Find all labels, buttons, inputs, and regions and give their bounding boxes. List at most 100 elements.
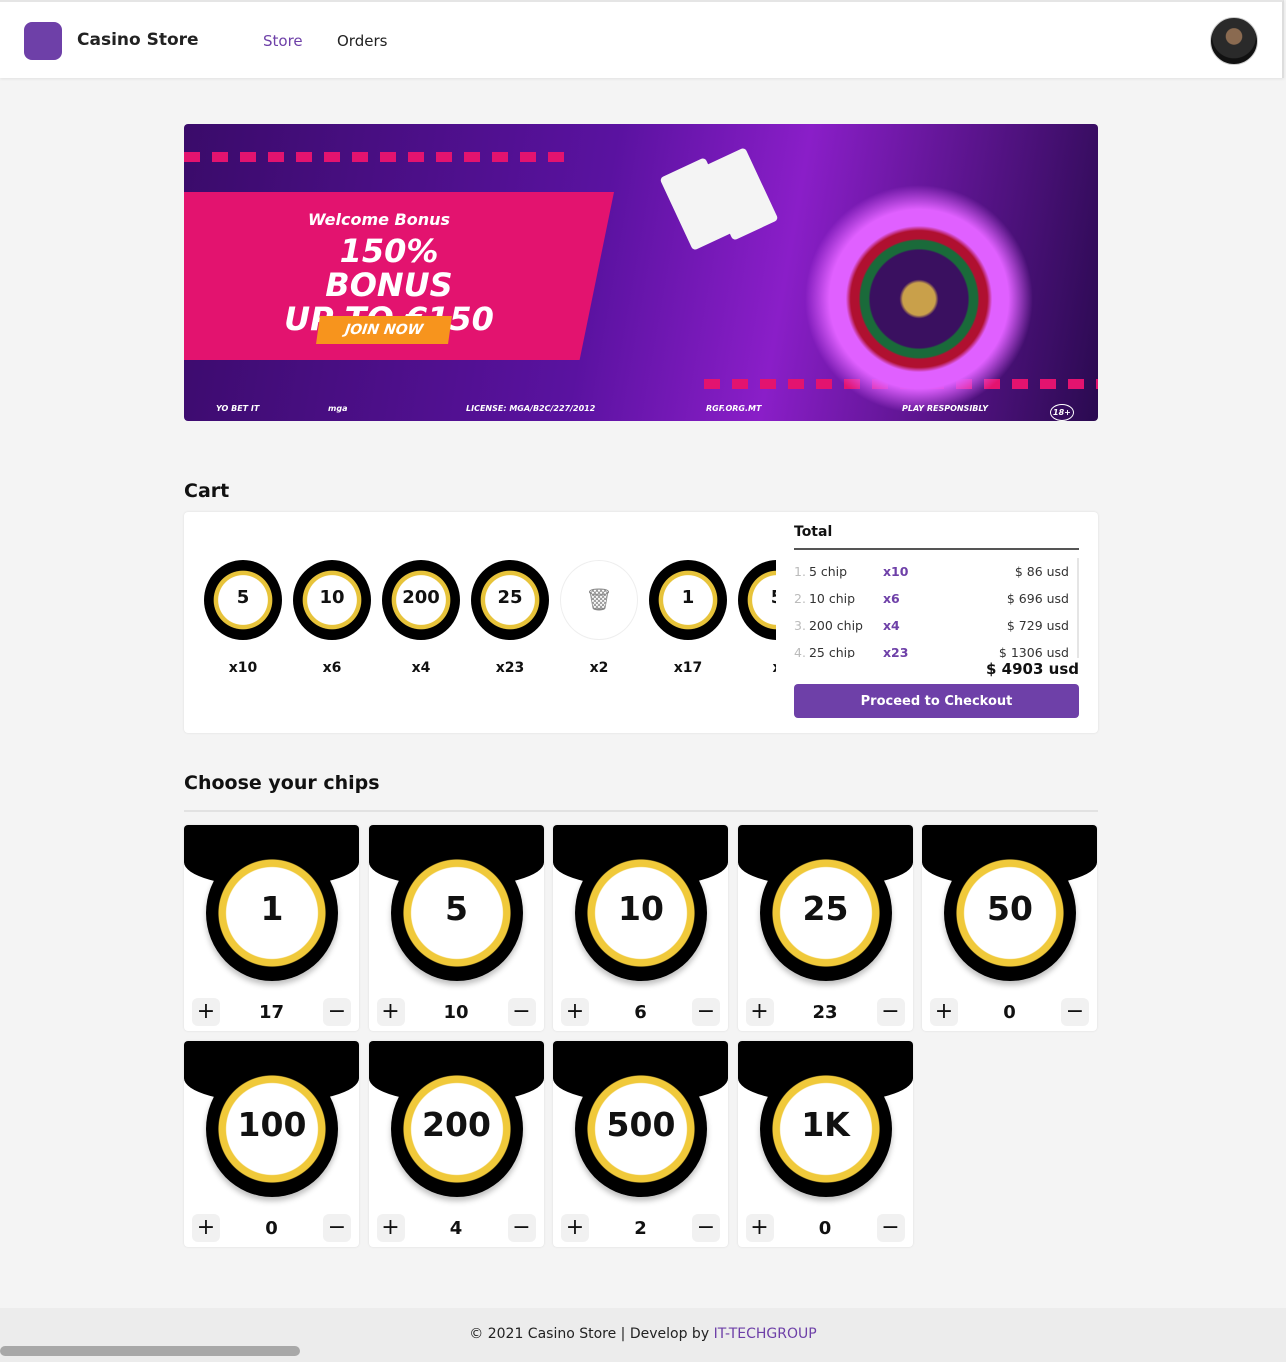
cart-item[interactable]: 25 x23 [471, 560, 549, 676]
total-title: Total [794, 524, 1079, 550]
banner-subtitle: Welcome Bonus [308, 210, 451, 229]
chip-icon[interactable]: 25 [759, 845, 892, 981]
cart-title: Cart [184, 480, 230, 502]
decrease-button[interactable]: − [1061, 998, 1089, 1026]
decrease-button[interactable]: − [507, 998, 536, 1026]
quantity-stepper: + 6 − [561, 997, 720, 1027]
chip-qty: 10 [443, 1001, 469, 1023]
chip-card: 500 + 2 − [553, 1041, 728, 1247]
chip-value: 5 [738, 587, 776, 608]
brand-name[interactable]: Casino Store [77, 30, 199, 50]
chip-icon: 25 [471, 560, 549, 640]
nav-store[interactable]: Store [263, 32, 303, 50]
chip-icon[interactable]: 50 [944, 845, 1076, 981]
chip-icon: 5 [204, 560, 282, 640]
quantity-stepper: + 0 − [192, 1213, 351, 1243]
decrease-button[interactable]: − [692, 998, 720, 1026]
cart-item-qty: x17 [673, 660, 703, 676]
chip-value: 10 [618, 889, 664, 928]
banner-mga: mga [328, 404, 348, 413]
total-row-n: 3. [794, 618, 806, 633]
chip-icon[interactable]: 200 [390, 1061, 523, 1197]
decrease-button[interactable]: − [692, 1214, 720, 1242]
chip-icon[interactable]: 500 [575, 1061, 707, 1197]
cart-item-qty: x4 [411, 660, 431, 676]
quantity-stepper: + 23 − [745, 997, 905, 1027]
chip-qty: 0 [1003, 1001, 1016, 1023]
logo-icon[interactable] [24, 22, 62, 60]
cart-item[interactable]: 1 x17 [649, 560, 727, 676]
chip-icon[interactable]: 1 [206, 845, 338, 981]
decrease-button[interactable]: − [323, 1214, 351, 1242]
chip-qty: 0 [265, 1217, 278, 1239]
cart-item-qty: x6 [322, 660, 342, 676]
decrease-button[interactable]: − [507, 1214, 536, 1242]
total-row-qty: x10 [882, 564, 909, 579]
trash-icon[interactable]: 🗑 [560, 560, 638, 640]
total-row: 4. 25 chip x23 $ 1306 usd [794, 639, 1077, 658]
chip-value: 200 [422, 1105, 491, 1144]
total-list[interactable]: 1. 5 chip x10 $ 86 usd 2. 10 chip x6 $ 696 usd 3… [794, 558, 1079, 658]
cart-item-qty: x10 [228, 660, 258, 676]
total-row: 2. 10 chip x6 $ 696 usd [794, 585, 1077, 612]
decrease-button[interactable]: − [876, 1214, 905, 1242]
chip-card: 50 + 0 − [922, 825, 1097, 1031]
total-row-name: 200 chip [808, 618, 863, 633]
total-row-price: $ 86 usd [1014, 564, 1069, 579]
footer-link[interactable]: IT-TECHGROUP [714, 1326, 817, 1342]
chip-card: 25 + 23 − [737, 825, 913, 1031]
footer-text: © 2021 Casino Store | Develop by [469, 1326, 714, 1342]
cart-item[interactable]: 5x [738, 560, 776, 676]
cart-item[interactable]: 10 x6 [293, 560, 371, 676]
increase-button[interactable]: + [376, 1214, 405, 1242]
chip-value: 500 [606, 1105, 676, 1144]
chip-qty: 0 [818, 1217, 832, 1239]
cart-item[interactable]: 200 x4 [382, 560, 460, 676]
increase-button[interactable]: + [561, 998, 589, 1026]
total-row-qty: x4 [882, 618, 900, 633]
increase-button[interactable]: + [930, 998, 958, 1026]
increase-button[interactable]: + [745, 998, 774, 1026]
decrease-button[interactable]: − [876, 998, 905, 1026]
cart-panel: 5x1010x6200x425x23🗑x21x175x Total 1.5 ch… [184, 512, 1098, 733]
chip-icon[interactable]: 1K [759, 1061, 892, 1197]
chip-icon[interactable]: 5 [390, 845, 523, 981]
chip-value: 5 [445, 889, 468, 928]
quantity-stepper: + 4 − [376, 1213, 536, 1243]
quantity-stepper: + 0 − [930, 997, 1089, 1027]
chip-qty: 17 [258, 1001, 285, 1023]
chip-value: 50 [987, 889, 1033, 928]
cart-items-carousel[interactable]: 5 x10 10 x6 200 x4 25x23🗑x21x175x [204, 560, 776, 690]
banner-rgf: RGF.ORG.MT [706, 404, 762, 413]
join-now-button[interactable]: JOIN NOW [316, 316, 452, 344]
increase-button[interactable]: + [192, 998, 220, 1026]
chip-value: 10 [319, 587, 345, 608]
cart-item[interactable]: 🗑 x2 [560, 560, 638, 676]
increase-button[interactable]: + [192, 1214, 220, 1242]
total-row-qty: x6 [882, 591, 900, 606]
total-row-price: $ 696 usd [1006, 591, 1069, 606]
chip-value: 200 [402, 587, 440, 608]
increase-button[interactable]: + [561, 1214, 589, 1242]
chip-card: 100 + 0 − [184, 1041, 359, 1247]
decrease-button[interactable]: − [323, 998, 351, 1026]
avatar[interactable] [1210, 17, 1258, 65]
chip-icon[interactable]: 100 [206, 1061, 338, 1197]
chip-qty: 23 [812, 1001, 838, 1023]
chip-card: 5 + 10 − [368, 825, 544, 1031]
quantity-stepper: + 2 − [561, 1213, 720, 1243]
chip-qty: 6 [634, 1001, 647, 1023]
checkout-button[interactable]: Proceed to Checkout [794, 684, 1079, 718]
cart-item[interactable]: 5 x10 [204, 560, 282, 676]
quantity-stepper: + 17 − [192, 997, 351, 1027]
chip-card: 200 + 4 − [368, 1041, 544, 1247]
increase-button[interactable]: + [376, 998, 405, 1026]
chip-qty: 4 [449, 1217, 463, 1239]
total-row-price: $ 1306 usd [998, 645, 1069, 658]
increase-button[interactable]: + [745, 1214, 774, 1242]
banner-line1: 150% BONUS [325, 232, 453, 304]
chip-icon[interactable]: 10 [575, 845, 707, 981]
horizontal-scrollbar[interactable] [0, 1346, 300, 1356]
promo-banner[interactable]: Welcome Bonus 150% BONUSUP TO €150 JOIN … [184, 124, 1098, 421]
nav-orders[interactable]: Orders [337, 32, 387, 50]
